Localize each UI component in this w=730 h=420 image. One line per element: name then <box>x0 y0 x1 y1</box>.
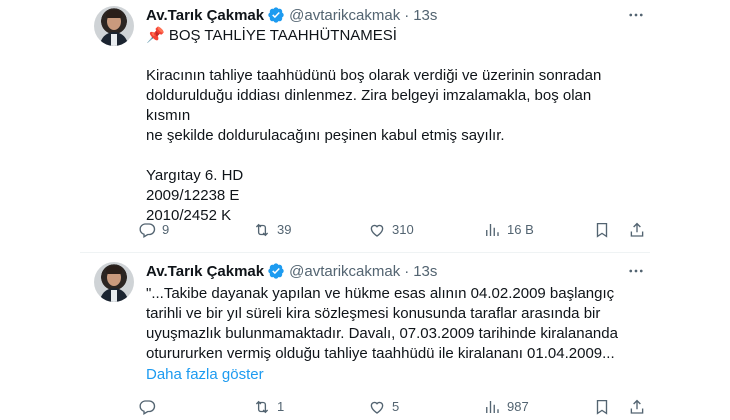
more-dots-icon[interactable] <box>626 5 646 25</box>
like-button[interactable]: 310 <box>368 219 414 241</box>
citation-esas: 2009/12238 E <box>146 187 240 204</box>
like-count: 310 <box>392 222 414 237</box>
retweet-button[interactable]: 39 <box>253 219 291 241</box>
tweet-1[interactable]: Av.Tarık Çakmak @avtarikcakmak · 13s 📌 B… <box>0 0 730 250</box>
author-handle[interactable]: @avtarikcakmak <box>289 263 400 280</box>
tweet-header: Av.Tarık Çakmak @avtarikcakmak · 13s <box>146 4 437 26</box>
reply-button[interactable]: 9 <box>138 219 169 241</box>
author-name[interactable]: Av.Tarık Çakmak <box>146 263 264 280</box>
retweet-icon <box>255 223 269 237</box>
action-bar: 1 5 987 <box>138 396 648 418</box>
heart-icon <box>370 224 384 237</box>
views-chart-icon <box>486 401 499 413</box>
paragraph-line: Kiracının tahliye taahhüdünü boş olarak … <box>146 67 602 84</box>
quote-line: oturururken vermiş olduğu tahliye taahhü… <box>146 345 615 362</box>
bookmark-button[interactable] <box>593 219 617 241</box>
views-chart-icon <box>486 224 499 236</box>
bookmark-icon <box>596 399 608 415</box>
pushpin-icon: 📌 <box>146 27 165 44</box>
timestamp[interactable]: 13s <box>413 263 437 280</box>
timestamp[interactable]: 13s <box>413 7 437 24</box>
paragraph-line: ne şekilde doldurulacağını peşinen kabul… <box>146 127 505 144</box>
show-more-link[interactable]: Daha fazla göster <box>146 366 264 383</box>
more-dots-icon[interactable] <box>626 261 646 281</box>
verified-badge-icon <box>268 263 284 279</box>
tweet-title-line: 📌 BOŞ TAHLİYE TAAHHÜTNAMESİ <box>146 26 626 46</box>
reply-count: 9 <box>162 222 170 237</box>
views-button[interactable]: 987 <box>483 396 529 418</box>
separator-dot: · <box>404 6 410 24</box>
action-bar: 9 39 310 16 B <box>138 219 648 241</box>
author-name[interactable]: Av.Tarık Çakmak <box>146 7 264 24</box>
like-count: 5 <box>392 399 400 414</box>
reply-button[interactable] <box>138 396 162 418</box>
quote-line: "...Takibe dayanak yapılan ve hükme esas… <box>146 285 615 302</box>
share-button[interactable] <box>628 219 652 241</box>
tweet-header: Av.Tarık Çakmak @avtarikcakmak · 13s <box>146 260 437 282</box>
quote-line: tarihli ve bir yıl süreli kira sözleşmes… <box>146 305 601 322</box>
verified-badge-icon <box>268 7 284 23</box>
quote-line: uyuşmazlık bulunmamaktadır. Davalı, 07.0… <box>146 325 618 342</box>
retweet-count: 1 <box>277 399 285 414</box>
retweet-button[interactable]: 1 <box>253 396 284 418</box>
like-button[interactable]: 5 <box>368 396 399 418</box>
tweet-2[interactable]: Av.Tarık Çakmak @avtarikcakmak · 13s "..… <box>0 250 730 420</box>
avatar[interactable] <box>94 262 134 302</box>
paragraph-line: doldurulduğu iddiası dinlenmez. Zira bel… <box>146 87 592 124</box>
tweet-body: 📌 BOŞ TAHLİYE TAAHHÜTNAMESİ Kiracının ta… <box>146 26 626 226</box>
views-count: 16 B <box>507 222 534 237</box>
reply-icon <box>139 223 156 238</box>
tweet-body: "...Takibe dayanak yapılan ve hükme esas… <box>146 284 626 364</box>
bookmark-icon <box>596 222 608 238</box>
heart-icon <box>370 401 384 414</box>
author-handle[interactable]: @avtarikcakmak <box>289 7 400 24</box>
share-icon <box>630 399 644 414</box>
reply-icon <box>139 400 156 415</box>
views-button[interactable]: 16 B <box>483 219 534 241</box>
share-button[interactable] <box>628 396 652 418</box>
views-count: 987 <box>507 399 529 414</box>
citation-court: Yargıtay 6. HD <box>146 167 244 184</box>
separator-dot: · <box>404 262 410 280</box>
bookmark-button[interactable] <box>593 396 617 418</box>
tweet-title: BOŞ TAHLİYE TAAHHÜTNAMESİ <box>168 27 397 44</box>
retweet-icon <box>255 400 269 414</box>
avatar[interactable] <box>94 6 134 46</box>
share-icon <box>630 222 644 237</box>
retweet-count: 39 <box>277 222 292 237</box>
